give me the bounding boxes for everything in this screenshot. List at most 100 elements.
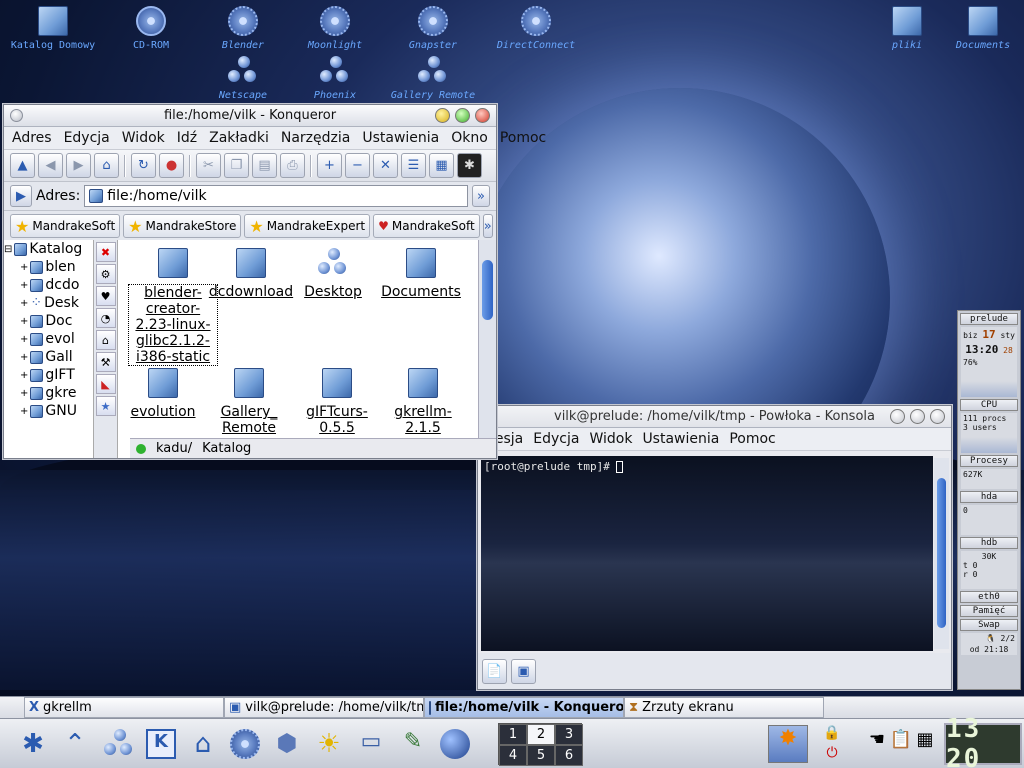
maximize-button[interactable] [455, 108, 470, 123]
cut-icon[interactable]: ✂ [196, 153, 221, 178]
file-item[interactable]: dcdownload [206, 248, 296, 300]
menu-narzedzia[interactable]: Narzędzia [281, 130, 350, 146]
up-icon[interactable]: ▲ [10, 153, 35, 178]
bookmark-mandrakestore[interactable]: ★ MandrakeStore [123, 214, 242, 238]
menu-zakladki[interactable]: Zakładki [209, 130, 269, 146]
menu-widok[interactable]: Widok [122, 130, 165, 146]
close-button[interactable] [475, 108, 490, 123]
tree-item[interactable]: + ⁘ Desk [4, 294, 93, 312]
menu-okno[interactable]: Okno [451, 130, 488, 146]
tree-item[interactable]: + evol [4, 330, 93, 348]
kmenu-icon[interactable]: ✱ [18, 729, 48, 759]
navigation-tree[interactable]: ⊟ Katalog + blen + dcdo + ⁘ Desk + Doc + evol +… [4, 240, 94, 458]
pager-desktop-6[interactable]: 6 [555, 745, 583, 766]
session-konsole-icon[interactable]: ▣ [511, 658, 536, 684]
favorites-star-icon[interactable]: ★ [95, 396, 116, 416]
close-button[interactable] [930, 409, 945, 424]
address-input[interactable]: file:/home/vilk [84, 185, 468, 207]
icon-view-icon[interactable]: ✕ [373, 153, 398, 178]
tree-item[interactable]: + gIFT [4, 366, 93, 384]
pager-desktop-1[interactable]: 1 [499, 724, 527, 745]
paste-icon[interactable]: ▤ [252, 153, 277, 178]
file-item[interactable]: Gallery_ Remote [204, 368, 294, 436]
pager-desktop-2[interactable]: 2 [527, 724, 555, 745]
gear-icon[interactable] [230, 729, 260, 759]
terminal-area[interactable]: [root@prelude tmp]# [481, 456, 933, 651]
kde-gear-icon[interactable]: ✱ [457, 153, 482, 178]
home-sidebar-icon[interactable]: ⌂ [95, 330, 116, 350]
globe-icon[interactable] [440, 729, 470, 759]
tree-item[interactable]: + gkre [4, 384, 93, 402]
konsole-titlebar[interactable]: vilk@prelude: /home/vilk/tmp - Powłoka -… [478, 406, 951, 428]
details-view-icon[interactable]: ▦ [429, 153, 454, 178]
menu-ustawienia[interactable]: Ustawienia [642, 431, 719, 447]
minimize-button[interactable] [890, 409, 905, 424]
monitor-icon[interactable]: ▭ [356, 729, 386, 759]
file-item[interactable]: gIFTcurs-0.5.5 [292, 368, 382, 436]
more-chevron-icon[interactable]: » [482, 214, 493, 238]
desktop-icon-documents[interactable]: Documents [928, 6, 1024, 51]
konqueror-k-icon[interactable]: K [146, 729, 176, 759]
file-item[interactable]: Documents [376, 248, 466, 300]
file-item[interactable]: blender-creator-2.23-linux-glibc2.1.2-i3… [128, 248, 218, 366]
history-icon[interactable]: ◔ [95, 308, 116, 328]
reload-icon[interactable]: ↻ [131, 153, 156, 178]
tree-item[interactable]: + Gall [4, 348, 93, 366]
panel-clock[interactable]: 13 20 [944, 714, 1022, 768]
task-gkrellm[interactable]: Xgkrellm [24, 697, 224, 718]
konqueror-logo-icon[interactable]: ✸ [768, 725, 808, 763]
stop-icon[interactable]: ● [159, 153, 184, 178]
window-menu-button[interactable] [10, 109, 23, 122]
bookmark-mandrakesoft[interactable]: ★ MandrakeSoft [10, 214, 121, 238]
konsole-window[interactable]: vilk@prelude: /home/vilk/tmp - Powłoka -… [477, 405, 952, 690]
desktop-icon-home[interactable]: Katalog Domowy [0, 6, 108, 51]
forward-icon[interactable]: ▶ [66, 153, 91, 178]
network-icon[interactable]: ⬢ [272, 729, 302, 759]
home-icon[interactable]: ⌂ [94, 153, 119, 178]
tray-calendar-icon[interactable]: ▦ [910, 729, 940, 759]
copy-icon[interactable]: ❐ [224, 153, 249, 178]
tree-item[interactable]: + dcdo [4, 276, 93, 294]
file-view-scrollbar[interactable] [478, 240, 496, 458]
tree-item[interactable]: + blen [4, 258, 93, 276]
menu-edycja[interactable]: Edycja [533, 431, 579, 447]
tree-item[interactable]: ⊟ Katalog [4, 240, 93, 258]
file-icon-view[interactable]: blender-creator-2.23-linux-glibc2.1.2-i3… [118, 240, 478, 458]
pager-desktop-4[interactable]: 4 [499, 745, 527, 766]
menu-pomoc[interactable]: Pomoc [729, 431, 775, 447]
task-screenshots[interactable]: ⧗ Zrzuty ekranu [624, 697, 824, 718]
menu-widok[interactable]: Widok [589, 431, 632, 447]
tree-item[interactable]: + Doc [4, 312, 93, 330]
pager-desktop-3[interactable]: 3 [555, 724, 583, 745]
pager-desktop-5[interactable]: 5 [527, 745, 555, 766]
print-icon[interactable]: ⎙ [280, 153, 305, 178]
file-item[interactable]: Desktop [288, 248, 378, 300]
services-icon[interactable]: ⚙ [95, 264, 116, 284]
desktop-icon-directconnect[interactable]: DirectConnect [481, 6, 591, 51]
root-folder-icon[interactable]: ◣ [95, 374, 116, 394]
tree-item[interactable]: + GNU [4, 402, 93, 420]
tree-view-icon[interactable]: ☰ [401, 153, 426, 178]
konqueror-titlebar[interactable]: file:/home/vilk - Konqueror [4, 105, 496, 127]
lock-icon[interactable]: 🔒 [820, 725, 844, 743]
file-item[interactable]: evolution [118, 368, 208, 420]
more-chevron-icon[interactable]: » [472, 185, 490, 207]
editor-icon[interactable]: ✎ [398, 729, 428, 759]
new-session-icon[interactable]: 📄 [482, 658, 507, 684]
menu-pomoc[interactable]: Pomoc [500, 130, 546, 146]
balls-icon[interactable] [104, 729, 134, 759]
close-sidebar-icon[interactable]: ✖ [95, 242, 116, 262]
clear-location-icon[interactable]: ▶ [10, 185, 32, 207]
bookmark-mandrakesoft-2[interactable]: ♥ MandrakeSoft [373, 214, 480, 238]
menu-edycja[interactable]: Edycja [64, 130, 110, 146]
logout-icon[interactable]: ⏻ [820, 745, 844, 763]
menu-adres[interactable]: Adres [12, 130, 52, 146]
network-icon[interactable]: ⚒ [95, 352, 116, 372]
gkrellm-monitor[interactable]: prelude biz 17 sty 13:20 28 76% CPU 111 … [957, 310, 1021, 690]
file-item[interactable]: gkrellm-2.1.5 [378, 368, 468, 436]
maximize-button[interactable] [910, 409, 925, 424]
desktop-icon-gnapster[interactable]: Gnapster [378, 6, 488, 51]
menu-idz[interactable]: Idź [177, 130, 197, 146]
desktop-icon-gallery-remote[interactable]: Gallery Remote [378, 56, 488, 101]
home-icon[interactable]: ⌂ [188, 729, 218, 759]
